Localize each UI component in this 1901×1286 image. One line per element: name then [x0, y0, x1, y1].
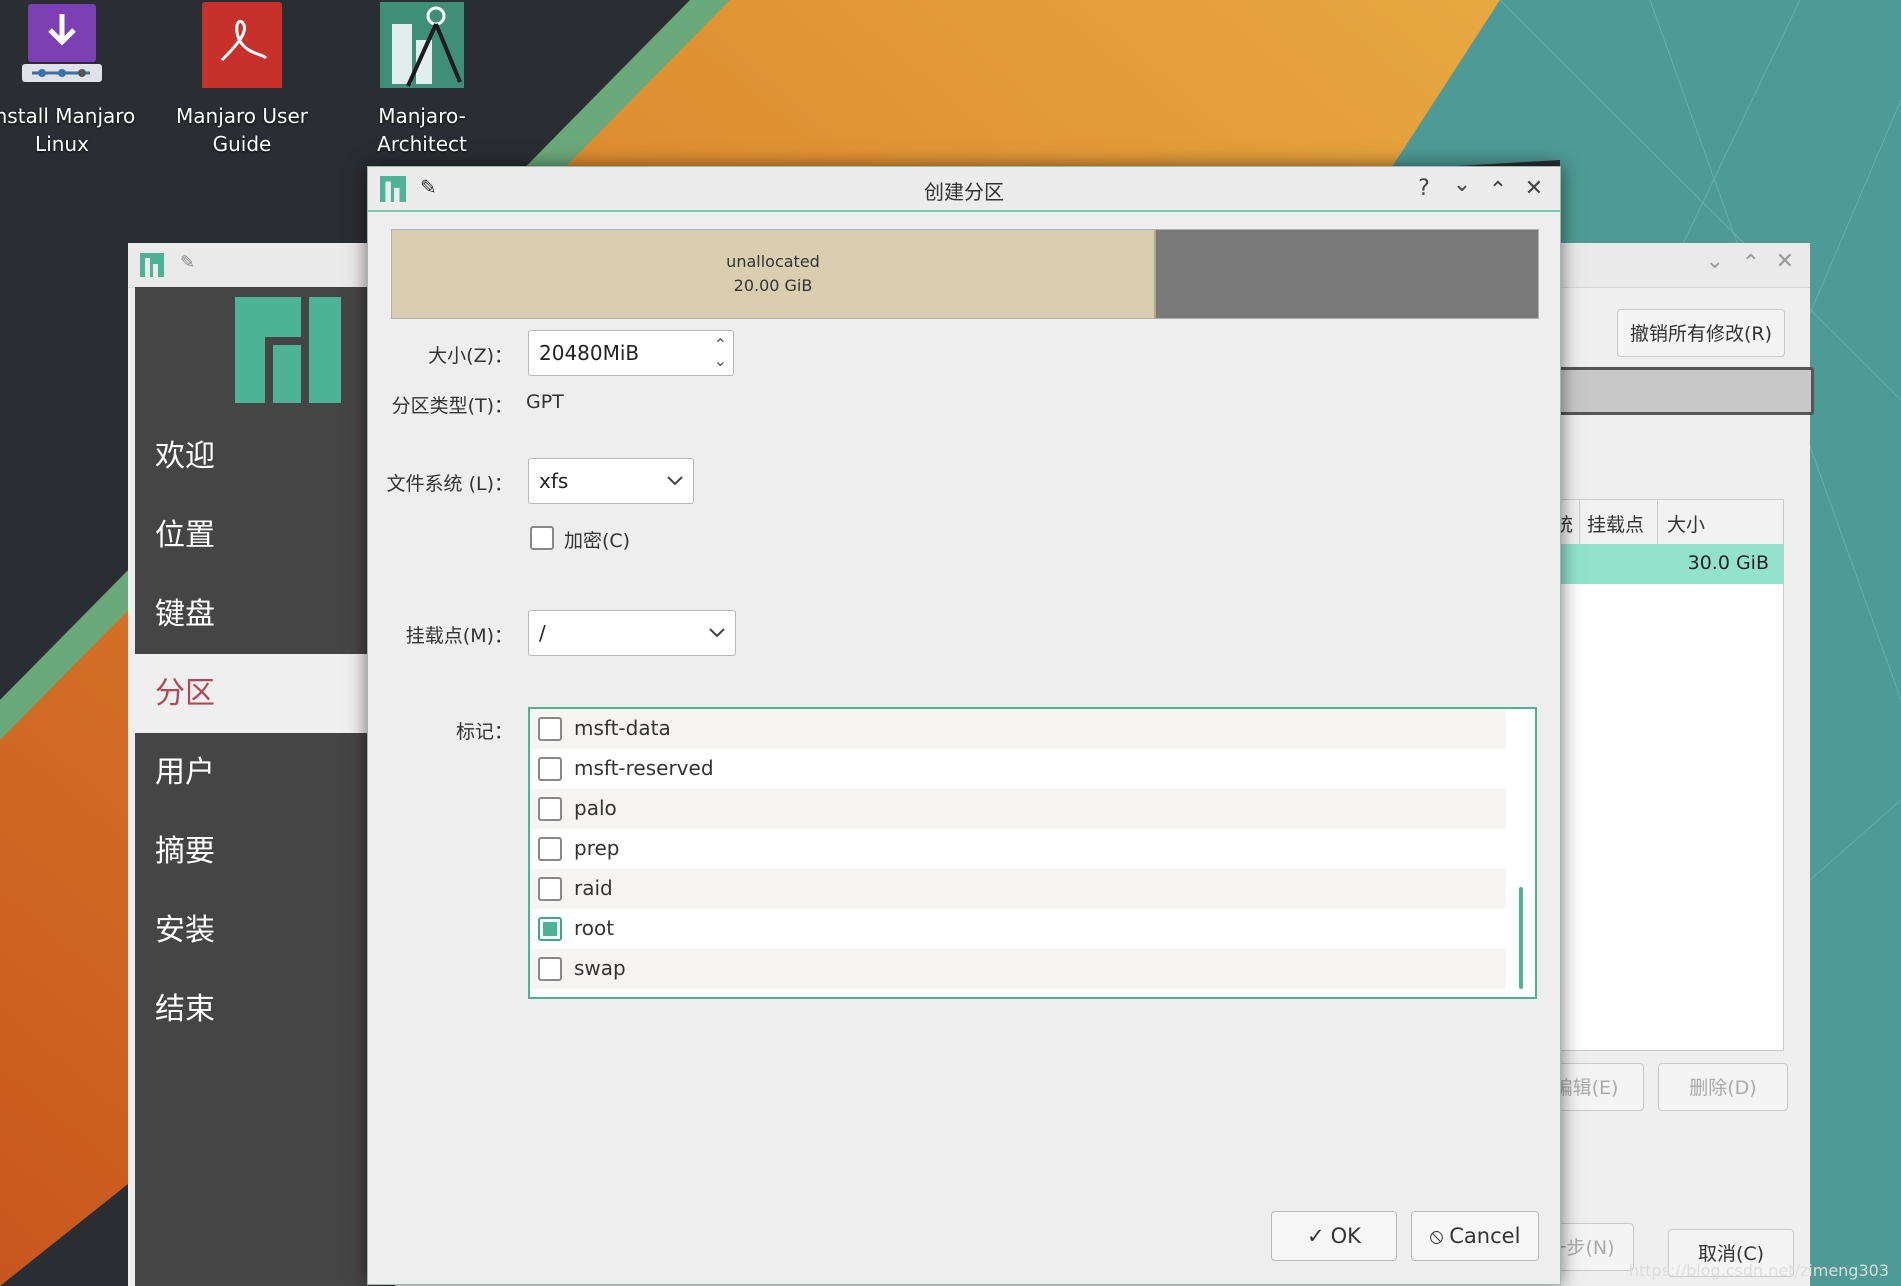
cancel-button[interactable]: ⦸ Cancel: [1411, 1211, 1539, 1261]
flag-checkbox[interactable]: [538, 717, 562, 741]
partition-type-value: GPT: [526, 391, 564, 413]
minimize-icon[interactable]: ⌄: [1448, 171, 1476, 199]
flag-row-swap[interactable]: swap: [530, 949, 1506, 989]
manjaro-architect-icon: [380, 2, 464, 88]
sidebar-item-install: 安装: [155, 913, 215, 948]
col-divider: [1657, 500, 1658, 544]
dialog-titlebar: ✎ 创建分区 ? ⌄ ⌃ ✕: [368, 167, 1560, 212]
flag-checkbox[interactable]: [538, 957, 562, 981]
partition-table: 系统 挂载点 大小 30.0 GiB: [1528, 499, 1784, 1051]
desktop-icon-label: Manjaro User Guide: [176, 104, 308, 156]
flag-checkbox[interactable]: [538, 797, 562, 821]
sidebar-item-partitions: 分区: [135, 654, 395, 733]
delete-button[interactable]: 删除(D): [1658, 1063, 1788, 1111]
size-spinbox[interactable]: 20480MiB ⌃ ⌄: [528, 330, 734, 376]
col-size[interactable]: 大小: [1667, 510, 1705, 537]
minimize-icon[interactable]: ⌄: [1706, 249, 1724, 274]
table-header: 系统 挂载点 大小: [1529, 500, 1783, 545]
filesystem-label: 文件系统 (L)：: [386, 473, 513, 495]
flags-scrollbar[interactable]: [1519, 887, 1523, 989]
flag-row-raid[interactable]: raid: [530, 869, 1506, 909]
desktop-icon-install-manjaro[interactable]: Install Manjaro Linux: [0, 0, 152, 158]
watermark: https://blog.csdn.net/zimeng303: [1628, 1261, 1889, 1280]
sidebar-item-keyboard: 键盘: [155, 597, 215, 632]
close-icon[interactable]: ✕: [1776, 249, 1794, 274]
close-icon[interactable]: ✕: [1520, 175, 1548, 203]
flag-row-msft-data[interactable]: msft-data: [530, 709, 1506, 749]
flag-row-msft-reserved[interactable]: msft-reserved: [530, 749, 1506, 789]
flag-name: raid: [574, 876, 613, 900]
disk-usage-bar: [1528, 367, 1814, 415]
flag-name: msft-reserved: [574, 756, 714, 780]
chevron-down-icon: [709, 628, 725, 638]
spin-down-icon[interactable]: ⌄: [714, 339, 727, 383]
encrypt-label: 加密(C): [564, 530, 631, 552]
installer-sidebar: 欢迎 位置 键盘 分区 用户 摘要 安装 结束: [135, 287, 395, 1286]
col-divider: [1579, 500, 1580, 544]
row-size: 30.0 GiB: [1687, 552, 1769, 574]
pin-icon[interactable]: ✎: [180, 252, 195, 273]
pdf-icon: [202, 2, 282, 90]
segment-label: unallocated: [726, 252, 820, 271]
size-value: 20480MiB: [539, 341, 640, 365]
mountpoint-combobox[interactable]: /: [528, 610, 736, 656]
sidebar-item-summary: 摘要: [155, 834, 215, 869]
manjaro-logo-icon: [235, 297, 341, 403]
chevron-down-icon: [667, 476, 683, 486]
flag-name: swap: [574, 956, 626, 980]
flag-row-prep[interactable]: prep: [530, 829, 1506, 869]
segment-size: 20.00 GiB: [733, 276, 813, 295]
encrypt-checkbox[interactable]: [530, 526, 554, 550]
table-row[interactable]: 30.0 GiB: [1529, 544, 1783, 584]
flag-row-root[interactable]: root: [530, 909, 1506, 949]
col-mountpoint[interactable]: 挂载点: [1587, 510, 1644, 537]
desktop-icon-user-guide[interactable]: Manjaro User Guide: [152, 0, 332, 158]
cancel-icon: ⦸: [1429, 1224, 1444, 1248]
mountpoint-label: 挂载点(M)：: [405, 625, 513, 647]
flag-row-palo[interactable]: palo: [530, 789, 1506, 829]
unallocated-segment: unallocated 20.00 GiB: [392, 230, 1156, 318]
partition-type-label: 分区类型(T)：: [391, 395, 513, 417]
flag-checkbox-checked[interactable]: [538, 917, 562, 941]
sidebar-item-location: 位置: [155, 518, 215, 553]
partition-preview-bar: unallocated 20.00 GiB: [391, 229, 1539, 319]
ok-label: OK: [1330, 1224, 1361, 1248]
flags-list[interactable]: msft-data msft-reserved palo prep raid r…: [528, 707, 1537, 999]
sidebar-item-users: 用户: [155, 755, 215, 790]
maximize-icon[interactable]: ⌃: [1484, 177, 1512, 205]
install-icon: [22, 4, 102, 82]
dialog-title: 创建分区: [924, 180, 1004, 204]
desktop-icon-label: Manjaro- Architect: [377, 104, 467, 156]
flag-name: prep: [574, 836, 620, 860]
flag-checkbox[interactable]: [538, 877, 562, 901]
ok-button[interactable]: ✓ OK: [1271, 1211, 1397, 1261]
filesystem-select[interactable]: xfs: [528, 458, 694, 504]
desktop-icon-label: Install Manjaro Linux: [0, 104, 136, 156]
desktop-icon-manjaro-architect[interactable]: Manjaro- Architect: [332, 0, 512, 158]
flag-name: palo: [574, 796, 617, 820]
manjaro-logo-icon: [140, 253, 164, 277]
help-icon[interactable]: ?: [1410, 175, 1438, 203]
create-partition-dialog: ✎ 创建分区 ? ⌄ ⌃ ✕ unallocated 20.00 GiB 大小(…: [367, 166, 1561, 1285]
flag-name: msft-data: [574, 716, 671, 740]
flag-checkbox[interactable]: [538, 757, 562, 781]
flag-checkbox[interactable]: [538, 837, 562, 861]
mountpoint-value: /: [539, 621, 546, 645]
size-label: 大小(Z)：: [428, 345, 513, 367]
flag-name: root: [574, 916, 615, 940]
revert-all-button[interactable]: 撤销所有修改(R): [1617, 309, 1785, 357]
check-icon: ✓: [1307, 1224, 1325, 1248]
filesystem-value: xfs: [539, 469, 569, 493]
flags-label: 标记：: [455, 721, 513, 743]
cancel-label: Cancel: [1449, 1224, 1521, 1248]
maximize-icon[interactable]: ⌃: [1742, 251, 1760, 276]
sidebar-item-welcome: 欢迎: [155, 439, 215, 474]
sidebar-item-finish: 结束: [155, 992, 215, 1027]
